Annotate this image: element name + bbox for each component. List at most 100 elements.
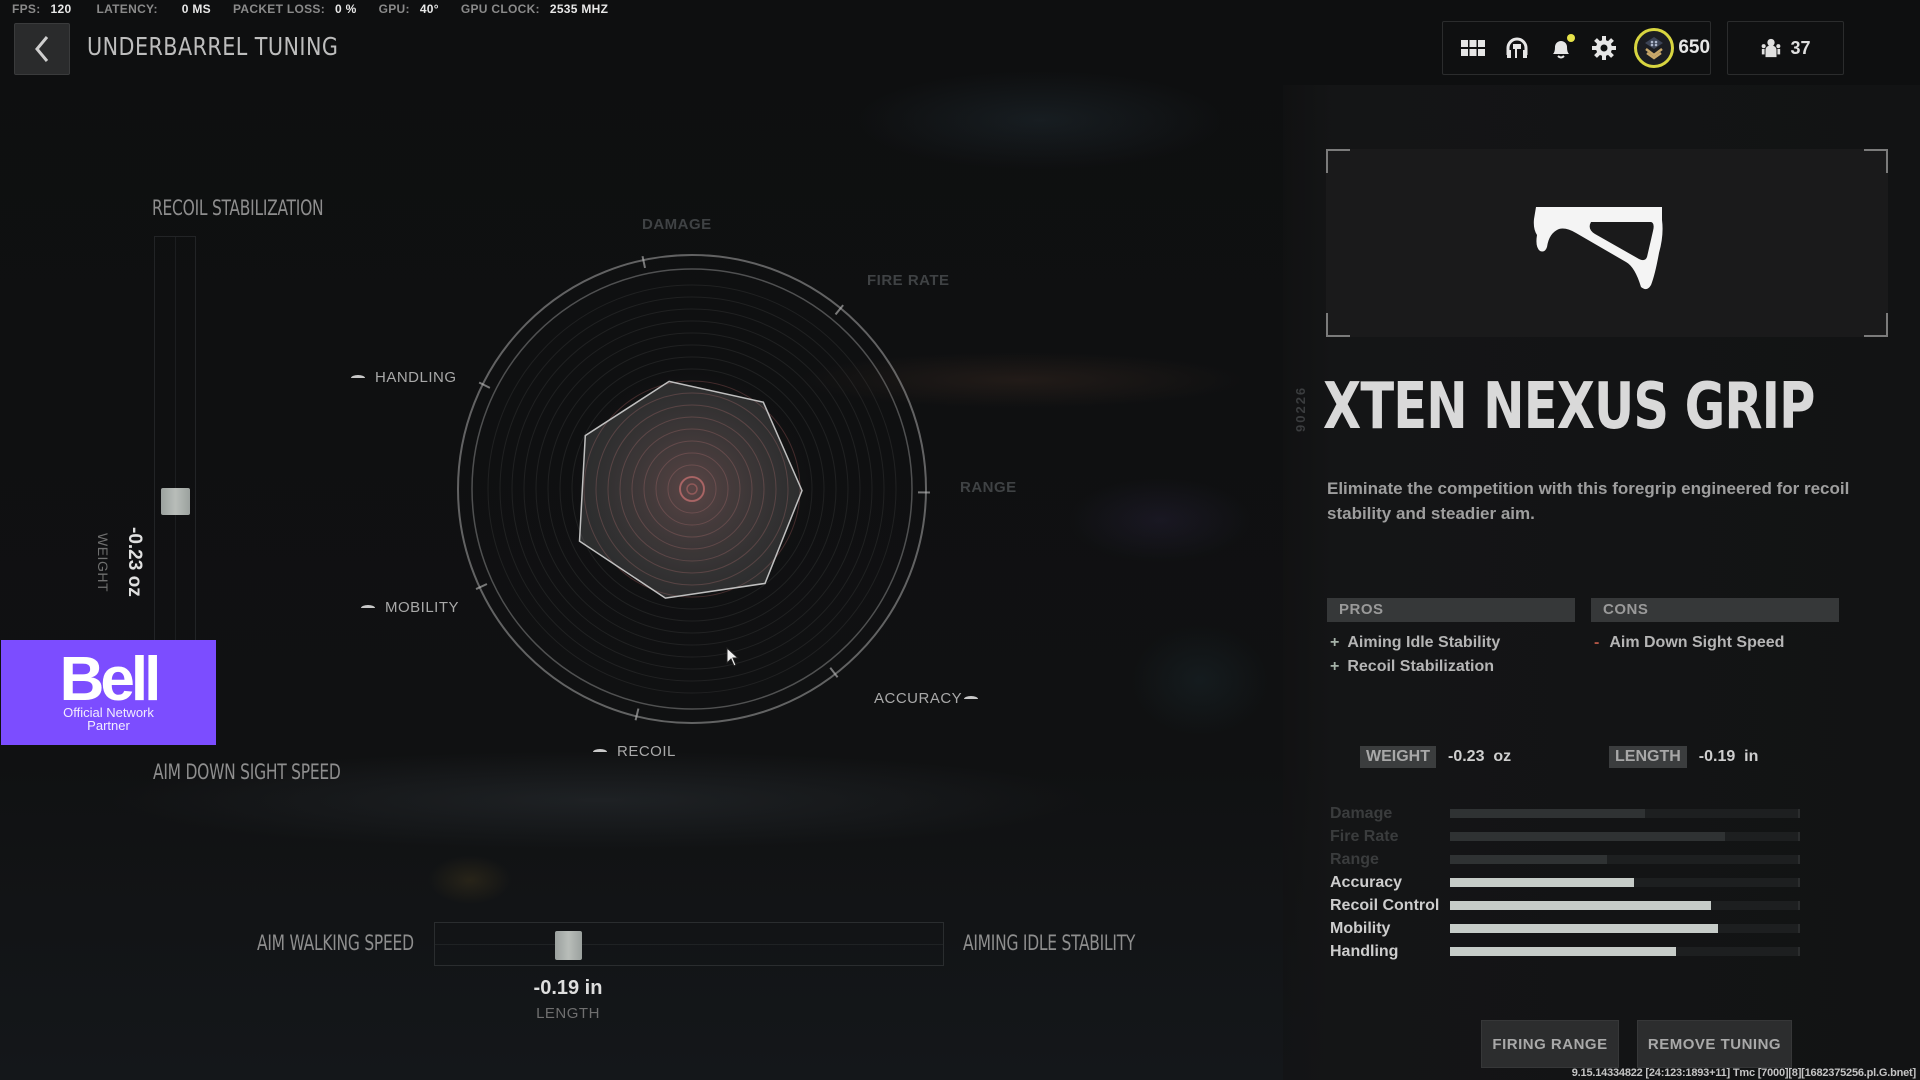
gear-icon bbox=[1592, 36, 1617, 60]
con-item: - Aim Down Sight Speed bbox=[1594, 631, 1784, 655]
vertical-top-label: RECOIL STABILIZATION bbox=[152, 196, 324, 220]
players-icon bbox=[1762, 38, 1781, 58]
sponsor-line-1: Official Network bbox=[63, 704, 154, 720]
stat-name: Fire Rate bbox=[1330, 827, 1399, 845]
plus-icon: + bbox=[1330, 658, 1340, 675]
stat-bar-fill bbox=[1450, 855, 1607, 864]
modified-arc-icon bbox=[361, 604, 375, 611]
length-attribute-value: -0.19 in bbox=[1698, 748, 1759, 765]
radar-axis-text: MOBILITY bbox=[385, 599, 460, 616]
stat-name: Recoil Control bbox=[1330, 896, 1440, 914]
build-string: 9.15.14334822 [24:123:1893+11] Tmc [7000… bbox=[1571, 1067, 1916, 1079]
weight-attribute-value: -0.23 oz bbox=[1448, 748, 1512, 765]
stat-name: Handling bbox=[1330, 942, 1399, 960]
radar-axis-text: ACCURACY bbox=[874, 690, 963, 707]
perf-gpu-temp: GPU: 40° bbox=[378, 2, 439, 16]
perf-gpu-clock: GPU CLOCK: 2535 MHZ bbox=[460, 2, 609, 16]
weight-slider-handle[interactable] bbox=[161, 488, 190, 516]
frame-corner bbox=[1326, 149, 1350, 173]
weight-unit-label: WEIGHT bbox=[95, 533, 111, 592]
pros-header: PROS bbox=[1327, 598, 1575, 622]
firing-range-button[interactable]: FIRING RANGE bbox=[1481, 1020, 1619, 1068]
length-tag: LENGTH bbox=[1609, 746, 1687, 768]
length-slider-handle[interactable] bbox=[554, 931, 582, 960]
item-name: XTEN NEXUS GRIP bbox=[1323, 370, 1815, 444]
social-button[interactable] bbox=[1495, 26, 1539, 70]
attachment-preview bbox=[1326, 149, 1888, 337]
radar-axis-label-range: RANGE bbox=[960, 479, 1017, 496]
item-code: 90226 bbox=[1293, 385, 1308, 432]
radar-axis-label-recoil: RECOIL bbox=[593, 743, 676, 760]
chevron-left-icon bbox=[35, 36, 49, 62]
headset-icon bbox=[1506, 37, 1528, 58]
slider-centerline bbox=[435, 944, 943, 945]
remove-tuning-button[interactable]: REMOVE TUNING bbox=[1637, 1020, 1792, 1068]
notification-dot bbox=[1567, 34, 1576, 42]
pro-item: + Aiming Idle Stability bbox=[1330, 631, 1500, 655]
settings-button[interactable] bbox=[1582, 26, 1626, 70]
back-button[interactable] bbox=[14, 23, 70, 75]
top-toolbar: 650 bbox=[1442, 21, 1711, 75]
grid-menu-button[interactable] bbox=[1451, 26, 1495, 70]
stat-bars: Damage Fire Rate Range Accuracy Recoil Contr… bbox=[1330, 802, 1800, 963]
perf-latency: LATENCY: 0 MS bbox=[96, 2, 211, 16]
stat-name: Mobility bbox=[1330, 919, 1391, 937]
pro-text: Recoil Stabilization bbox=[1347, 658, 1495, 675]
stat-name: Range bbox=[1330, 850, 1379, 868]
vertical-bottom-label: AIM DOWN SIGHT SPEED bbox=[153, 760, 341, 784]
radar-axis-text: DAMAGE bbox=[642, 216, 712, 233]
stat-bar-track bbox=[1450, 947, 1800, 956]
stat-row-damage: Damage bbox=[1330, 802, 1800, 825]
radar-axis-text: RECOIL bbox=[617, 743, 676, 760]
modified-arc-icon bbox=[351, 374, 365, 381]
stat-bar-fill bbox=[1450, 924, 1718, 933]
weight-value: -0.23 oz bbox=[124, 527, 145, 597]
radar-axis-label-accuracy: ACCURACY bbox=[874, 690, 979, 707]
stat-bar-track bbox=[1450, 832, 1800, 841]
radar-axis-text: HANDLING bbox=[375, 369, 457, 386]
stat-bar-track bbox=[1450, 901, 1800, 910]
plus-icon: + bbox=[1330, 634, 1340, 651]
rank-display[interactable]: 650 bbox=[1634, 28, 1710, 68]
minus-icon: - bbox=[1594, 634, 1600, 651]
perf-fps: FPS: 120 bbox=[12, 2, 72, 16]
notifications-button[interactable] bbox=[1539, 26, 1583, 70]
player-count: 37 bbox=[1790, 37, 1811, 58]
stat-row-fire-rate: Fire Rate bbox=[1330, 825, 1800, 848]
party-button[interactable]: 37 bbox=[1727, 21, 1844, 75]
foregrip-icon bbox=[1533, 207, 1663, 290]
weight-attribute: WEIGHT -0.23 oz bbox=[1360, 746, 1511, 768]
performance-overlay: FPS: 120 LATENCY: 0 MS PACKET LOSS: 0 % GPU… bbox=[12, 2, 608, 16]
perf-packet-loss: PACKET LOSS: 0 % bbox=[232, 2, 357, 16]
horizontal-left-label: AIM WALKING SPEED bbox=[257, 931, 414, 955]
modified-arc-icon bbox=[964, 695, 979, 702]
stat-row-handling: Handling bbox=[1330, 940, 1800, 963]
stat-bar-fill bbox=[1450, 832, 1725, 841]
pro-item: + Recoil Stabilization bbox=[1330, 655, 1500, 679]
page-title: UNDERBARREL TUNING bbox=[87, 32, 339, 61]
radar-axis-text: RANGE bbox=[960, 479, 1017, 496]
stat-bar-track bbox=[1450, 809, 1800, 818]
sponsor-banner: Bell Official Network Partner bbox=[1, 640, 216, 745]
stat-row-mobility: Mobility bbox=[1330, 917, 1800, 940]
length-value: -0.19 in bbox=[533, 977, 603, 999]
pros-list: + Aiming Idle Stability + Recoil Stabilizat… bbox=[1330, 631, 1500, 679]
radar-axis-label-handling: HANDLING bbox=[351, 369, 457, 386]
weight-slider[interactable] bbox=[154, 236, 196, 646]
horizontal-right-label: AIMING IDLE STABILITY bbox=[963, 931, 1136, 955]
length-slider[interactable] bbox=[434, 922, 944, 966]
length-unit-label: LENGTH bbox=[536, 1005, 600, 1022]
length-attribute: LENGTH -0.19 in bbox=[1609, 746, 1758, 768]
weight-tag: WEIGHT bbox=[1360, 746, 1436, 768]
frame-corner bbox=[1326, 313, 1350, 337]
stat-name: Damage bbox=[1330, 804, 1393, 822]
item-description: Eliminate the competition with this fore… bbox=[1327, 479, 1850, 523]
pro-text: Aiming Idle Stability bbox=[1347, 634, 1501, 651]
modified-arc-icon bbox=[593, 748, 607, 755]
stat-bar-track bbox=[1450, 878, 1800, 887]
radar-axis-label-mobility: MOBILITY bbox=[361, 599, 459, 616]
stat-bar-fill bbox=[1450, 947, 1677, 956]
radar-axis-label-fire-rate: FIRE RATE bbox=[867, 272, 950, 289]
frame-corner bbox=[1864, 149, 1888, 173]
frame-corner bbox=[1864, 313, 1888, 337]
